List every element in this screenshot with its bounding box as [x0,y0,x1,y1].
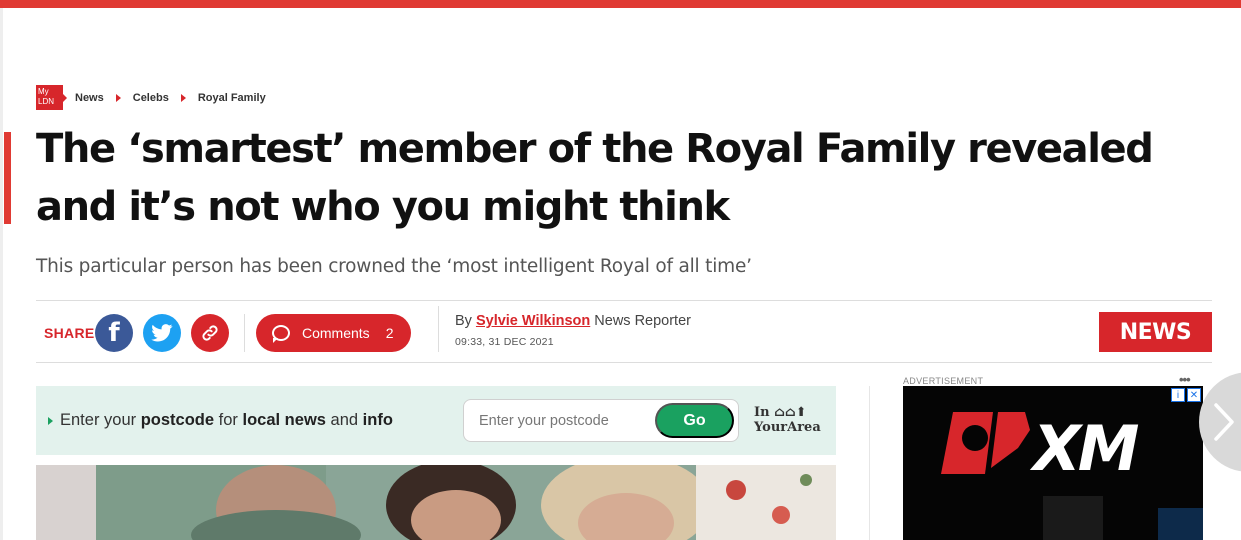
divider-top [36,300,1212,301]
house-icon: ⌂⌂ [774,405,796,420]
article-hero-image[interactable] [36,465,836,540]
breadcrumb-item-news[interactable]: News [75,92,104,104]
house-icon: ⬆ [795,405,807,420]
breadcrumb-item-royal-family[interactable]: Royal Family [198,92,266,104]
advertisement-label: ADVERTISEMENT [903,376,984,386]
divider-vertical [869,386,870,540]
breadcrumb: My LDN News Celebs Royal Family [36,85,266,110]
divider-bottom [36,362,1212,363]
comments-count: 2 [385,325,394,341]
publish-date: 09:33, 31 DEC 2021 [455,336,554,348]
postcode-prompt: Enter your postcode for local news and i… [60,411,393,430]
hero-photo-graphic [36,465,836,540]
inyourarea-line-1: In [754,405,770,420]
divider-vertical [438,306,439,352]
site-logo[interactable]: My LDN [36,85,67,110]
article-standfirst: This particular person has been crowned … [36,256,752,277]
logo-line-1: My [38,87,49,96]
logo-line-2: LDN [38,97,55,106]
ad-menu-icon[interactable]: ••• [1179,372,1191,387]
caret-right-icon [48,417,53,425]
top-accent-bar [0,0,1241,8]
next-article-button[interactable] [1199,372,1241,472]
postcode-bold-3: info [362,411,393,429]
twitter-icon [151,324,173,342]
postcode-widget: Enter your postcode for local news and i… [36,386,836,455]
caret-right-icon [115,93,121,102]
postcode-go-button[interactable]: Go [655,403,734,438]
share-label: SHARE [44,325,95,341]
section-badge-news[interactable]: NEWS [1099,312,1212,352]
speech-bubble-icon [272,325,290,343]
author-role: News Reporter [594,313,691,329]
ad-controls: i ✕ [1171,388,1201,402]
facebook-icon: f [108,318,120,348]
postcode-bold-1: postcode [140,411,215,429]
author-link[interactable]: Sylvie Wilkinson [476,313,590,329]
byline-prefix: By [455,313,472,329]
divider-vertical [244,314,245,352]
left-edge [0,8,3,540]
article-headline: The ‘smartest’ member of the Royal Famil… [36,126,1154,230]
ad-info-icon[interactable]: i [1171,388,1185,402]
link-icon [202,325,218,341]
ad-close-icon[interactable]: ✕ [1187,388,1201,402]
postcode-text-1: Enter your [60,411,141,429]
twitter-share-button[interactable] [143,314,181,352]
advertisement-banner[interactable]: XM i ✕ [903,386,1203,540]
xm-ad-graphic: XM [903,386,1203,540]
comments-label: Comments [302,325,370,341]
ad-brand-text: XM [1029,412,1139,485]
breadcrumb-item-celebs[interactable]: Celebs [133,92,169,104]
headline-accent-bar [4,132,11,224]
postcode-text-3: and [325,411,363,429]
chevron-right-icon [1214,403,1234,441]
byline: By Sylvie Wilkinson News Reporter [455,313,691,329]
inyourarea-line-2: YourArea [754,420,821,435]
caret-right-icon [180,93,186,102]
copy-link-button[interactable] [191,314,229,352]
comments-button[interactable]: Comments 2 [256,314,411,352]
facebook-share-button[interactable]: f [95,314,133,352]
postcode-text-2: for [214,411,243,429]
postcode-bold-2: local news [242,411,326,429]
inyourarea-logo[interactable]: In ⌂⌂⬆ YourArea [754,405,821,435]
